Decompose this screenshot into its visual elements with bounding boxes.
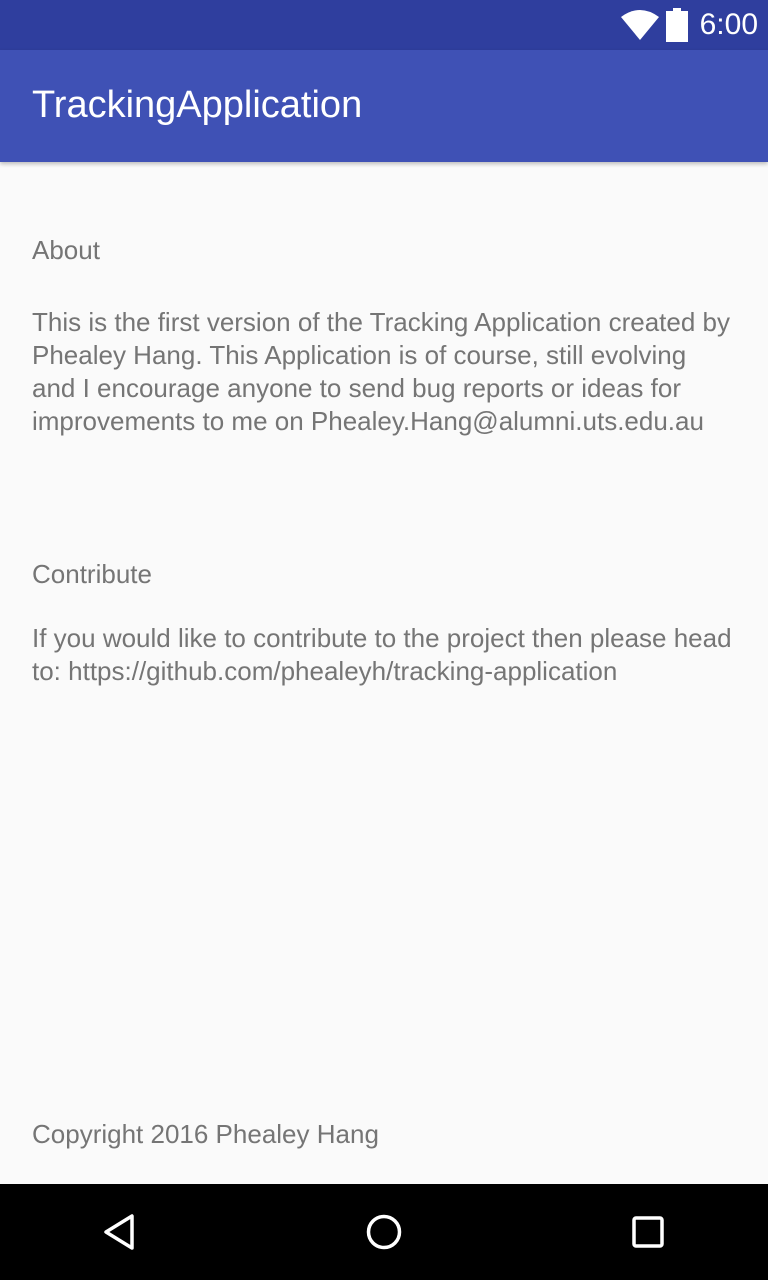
recents-button[interactable]: [616, 1200, 680, 1264]
contribute-body: If you would like to contribute to the p…: [32, 623, 732, 686]
about-screen: 6:00 TrackingApplication About This is t…: [0, 0, 768, 1280]
home-icon: [366, 1214, 402, 1250]
about-heading: About: [32, 235, 100, 265]
back-button[interactable]: [88, 1200, 152, 1264]
back-icon: [104, 1214, 134, 1250]
status-icons: 6:00: [620, 0, 758, 50]
navigation-bar: [0, 1184, 768, 1280]
wifi-icon: [620, 10, 659, 40]
status-time: 6:00: [699, 8, 758, 41]
recents-icon: [632, 1216, 664, 1248]
contribute-heading: Contribute: [32, 559, 152, 589]
home-button[interactable]: [352, 1200, 416, 1264]
status-bar: 6:00: [0, 0, 768, 50]
about-body: This is the first version of the Trackin…: [32, 307, 731, 436]
app-title: TrackingApplication: [32, 84, 363, 126]
battery-icon: [665, 8, 688, 42]
copyright-text: Copyright 2016 Phealey Hang: [32, 1119, 379, 1149]
app-bar: TrackingApplication: [0, 50, 768, 162]
